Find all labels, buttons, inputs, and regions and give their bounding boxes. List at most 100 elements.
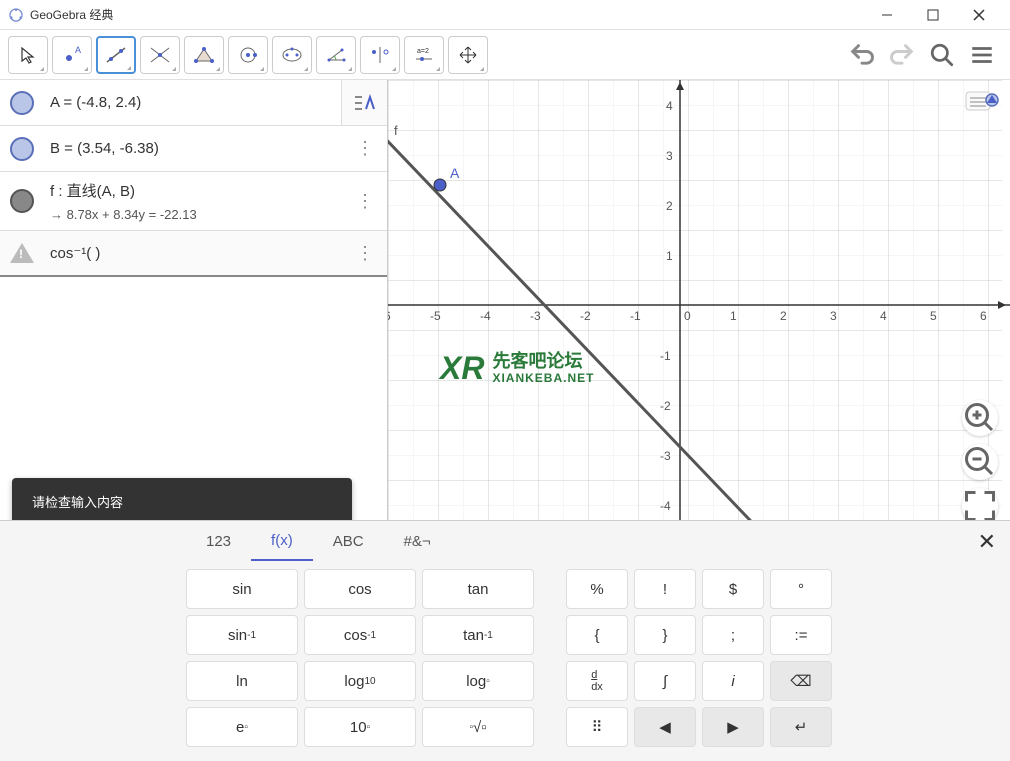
key-ln[interactable]: ln	[186, 661, 298, 701]
key-matrix[interactable]: ⠿	[566, 707, 628, 747]
fullscreen-button[interactable]	[962, 488, 998, 524]
svg-text:1: 1	[666, 249, 673, 263]
tool-move[interactable]	[8, 36, 48, 74]
window-title: GeoGebra 经典	[30, 6, 864, 23]
key-i[interactable]: i	[702, 661, 764, 701]
tool-polygon[interactable]	[184, 36, 224, 74]
key-enter[interactable]: ↵	[770, 707, 832, 747]
key-logn[interactable]: log▫	[422, 661, 534, 701]
close-button[interactable]	[956, 0, 1002, 30]
warning-icon	[10, 243, 34, 263]
algebra-row[interactable]: A = (-4.8, 2.4)	[0, 80, 387, 126]
key-right[interactable]: ▶	[702, 707, 764, 747]
tool-angle[interactable]	[316, 36, 356, 74]
svg-text:3: 3	[830, 309, 837, 323]
svg-text:a=2: a=2	[417, 48, 429, 55]
svg-text:2: 2	[780, 309, 787, 323]
key-degree[interactable]: °	[770, 569, 832, 609]
svg-text:1: 1	[730, 309, 737, 323]
svg-text:-3: -3	[660, 449, 671, 463]
algebra-view: A = (-4.8, 2.4) B = (3.54, -6.38) ⋮ f : …	[0, 80, 388, 530]
row-more-icon[interactable]: ⋮	[353, 191, 377, 212]
menu-button[interactable]	[962, 35, 1002, 75]
zoom-in-button[interactable]	[962, 400, 998, 436]
svg-text:-3: -3	[530, 309, 541, 323]
tool-ellipse[interactable]	[272, 36, 312, 74]
kb-tab-fx[interactable]: f(x)	[251, 521, 313, 561]
algebra-expr: f : 直线(A, B) → 8.78x + 8.34y = -22.13	[50, 180, 353, 222]
key-exp[interactable]: e▫	[186, 707, 298, 747]
svg-text:-2: -2	[660, 399, 671, 413]
row-more-icon[interactable]: ⋮	[353, 243, 377, 264]
svg-text:3: 3	[666, 149, 673, 163]
tool-slider[interactable]: a=2	[404, 36, 444, 74]
key-atan[interactable]: tan-1	[422, 615, 534, 655]
tool-reflect[interactable]	[360, 36, 400, 74]
key-dollar[interactable]: $	[702, 569, 764, 609]
key-derivative[interactable]: ddx	[566, 661, 628, 701]
tool-line[interactable]	[96, 36, 136, 74]
svg-text:4: 4	[880, 309, 887, 323]
algebra-row[interactable]: f : 直线(A, B) → 8.78x + 8.34y = -22.13 ⋮	[0, 172, 387, 231]
svg-text:4: 4	[666, 99, 673, 113]
algebra-row[interactable]: cos⁻¹( ) ⋮	[0, 231, 387, 277]
visibility-toggle[interactable]	[10, 91, 34, 115]
tool-perpendicular[interactable]	[140, 36, 180, 74]
key-semicolon[interactable]: ;	[702, 615, 764, 655]
algebra-row[interactable]: B = (3.54, -6.38) ⋮	[0, 126, 387, 172]
sort-button[interactable]	[341, 80, 387, 126]
key-left[interactable]: ◀	[634, 707, 696, 747]
svg-text:-4: -4	[480, 309, 491, 323]
visibility-toggle[interactable]	[10, 137, 34, 161]
key-acos[interactable]: cos-1	[304, 615, 416, 655]
tool-point[interactable]: A	[52, 36, 92, 74]
graphics-settings-button[interactable]	[964, 86, 1000, 119]
minimize-button[interactable]	[864, 0, 910, 30]
key-integral[interactable]: ∫	[634, 661, 696, 701]
svg-text:-1: -1	[660, 349, 671, 363]
key-assign[interactable]: :=	[770, 615, 832, 655]
key-lbrace[interactable]: {	[566, 615, 628, 655]
tool-move-view[interactable]	[448, 36, 488, 74]
row-more-icon[interactable]: ⋮	[353, 138, 377, 159]
algebra-expr: B = (3.54, -6.38)	[50, 140, 353, 157]
search-button[interactable]	[922, 35, 962, 75]
key-log10[interactable]: log10	[304, 661, 416, 701]
app-logo-icon	[8, 7, 24, 23]
key-pow10[interactable]: 10▫	[304, 707, 416, 747]
svg-text:-2: -2	[580, 309, 591, 323]
graphics-view[interactable]: -6-5-4-3-2-10123456 4321-1-2-3-4 f A	[388, 80, 1010, 530]
undo-button[interactable]	[842, 35, 882, 75]
keyboard-close-button[interactable]: ✕	[978, 529, 996, 555]
kb-tab-sym[interactable]: #&¬	[384, 521, 451, 561]
redo-button[interactable]	[882, 35, 922, 75]
key-nroot[interactable]: ▫√▫	[422, 707, 534, 747]
svg-text:-4: -4	[660, 499, 671, 513]
svg-text:2: 2	[666, 199, 673, 213]
key-sin[interactable]: sin	[186, 569, 298, 609]
svg-text:5: 5	[930, 309, 937, 323]
titlebar: GeoGebra 经典	[0, 0, 1010, 30]
visibility-toggle[interactable]	[10, 189, 34, 213]
algebra-expr: cos⁻¹( )	[50, 244, 353, 262]
key-rbrace[interactable]: }	[634, 615, 696, 655]
toolbar: A a=2	[0, 30, 1010, 80]
watermark: XR 先客吧论坛 XIANKEBA.NET	[440, 350, 594, 387]
svg-text:-6: -6	[388, 309, 391, 323]
key-asin[interactable]: sin-1	[186, 615, 298, 655]
zoom-out-button[interactable]	[962, 444, 998, 480]
tool-circle[interactable]	[228, 36, 268, 74]
key-factorial[interactable]: !	[634, 569, 696, 609]
kb-tab-abc[interactable]: ABC	[313, 521, 384, 561]
line-label: f	[394, 123, 398, 138]
key-tan[interactable]: tan	[422, 569, 534, 609]
svg-text:-1: -1	[630, 309, 641, 323]
key-cos[interactable]: cos	[304, 569, 416, 609]
svg-text:6: 6	[980, 309, 987, 323]
algebra-expr: A = (-4.8, 2.4)	[50, 94, 377, 111]
svg-text:-5: -5	[430, 309, 441, 323]
maximize-button[interactable]	[910, 0, 956, 30]
key-percent[interactable]: %	[566, 569, 628, 609]
key-backspace[interactable]: ⌫	[770, 661, 832, 701]
kb-tab-123[interactable]: 123	[186, 521, 251, 561]
